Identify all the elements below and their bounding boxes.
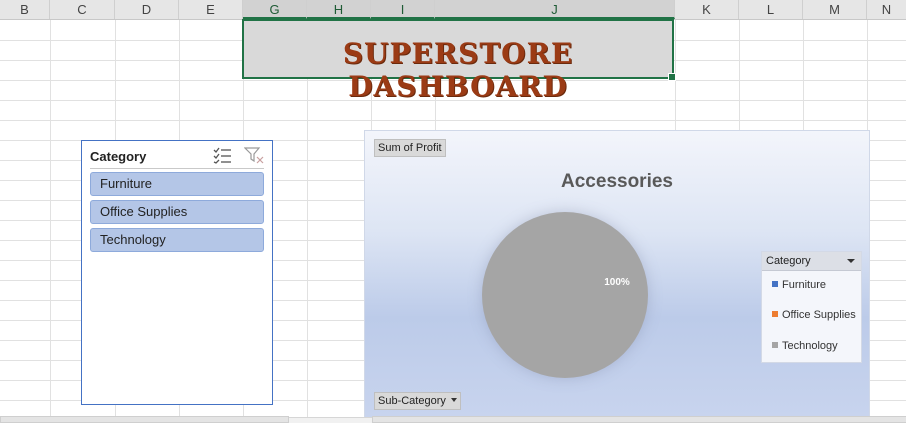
- legend-swatch-icon: [772, 311, 778, 317]
- column-header-h[interactable]: H: [307, 0, 371, 19]
- column-header-l[interactable]: L: [739, 0, 803, 19]
- column-header-m[interactable]: M: [803, 0, 867, 19]
- slicer-item-office-supplies[interactable]: Office Supplies: [90, 200, 264, 224]
- column-header-d[interactable]: D: [115, 0, 179, 19]
- dashboard-title-cell[interactable]: SUPERSTORE DASHBOARD: [242, 19, 676, 103]
- dropdown-arrow-icon: [847, 259, 855, 263]
- legend-header-label: Category: [766, 255, 811, 267]
- legend-item-furniture: Furniture: [772, 279, 826, 291]
- column-header-k[interactable]: K: [675, 0, 739, 19]
- column-header-c[interactable]: C: [50, 0, 115, 19]
- sub-category-label: Sub-Category: [378, 395, 446, 407]
- legend-item-office-supplies: Office Supplies: [772, 309, 856, 321]
- category-slicer[interactable]: Category Furniture Office Supplies Techn…: [81, 140, 273, 405]
- dropdown-arrow-icon: [450, 398, 457, 402]
- horizontal-scrollbar[interactable]: [0, 416, 289, 423]
- sheet-tab-strip: [0, 416, 906, 423]
- sum-of-profit-field-button[interactable]: Sum of Profit: [374, 139, 446, 157]
- legend-category-filter-button[interactable]: Category: [762, 252, 861, 271]
- slicer-divider: [90, 168, 264, 169]
- slicer-header: Category: [90, 149, 147, 164]
- legend-swatch-icon: [772, 342, 778, 348]
- legend-label: Technology: [782, 340, 838, 352]
- chart-title: Accessories: [561, 171, 673, 192]
- legend-item-technology: Technology: [772, 340, 838, 352]
- legend-label: Office Supplies: [782, 309, 856, 321]
- column-header-i[interactable]: I: [371, 0, 435, 19]
- dashboard-title: SUPERSTORE DASHBOARD: [342, 37, 574, 103]
- legend-label: Furniture: [782, 279, 827, 291]
- column-header-e[interactable]: E: [179, 0, 243, 19]
- chart-legend[interactable]: Category Furniture Office Supplies Techn…: [761, 251, 862, 363]
- clear-filter-icon[interactable]: [244, 146, 264, 164]
- slicer-item-technology[interactable]: Technology: [90, 228, 264, 252]
- column-header-n[interactable]: N: [867, 0, 906, 19]
- column-header-j[interactable]: J: [435, 0, 675, 19]
- fill-handle[interactable]: [668, 73, 676, 81]
- pivot-chart[interactable]: Sum of Profit Accessories 100% Category …: [364, 130, 870, 419]
- slicer-item-furniture[interactable]: Furniture: [90, 172, 264, 196]
- sheet-area-scroll[interactable]: [372, 416, 906, 423]
- column-header-bar: B C D E G H I J K L M N: [0, 0, 906, 20]
- pie-slice-technology[interactable]: [482, 212, 648, 378]
- column-header-b[interactable]: B: [0, 0, 50, 19]
- column-header-g[interactable]: G: [243, 0, 307, 19]
- multi-select-icon[interactable]: [212, 146, 232, 164]
- legend-swatch-icon: [772, 281, 778, 287]
- sub-category-field-button[interactable]: Sub-Category: [374, 392, 461, 410]
